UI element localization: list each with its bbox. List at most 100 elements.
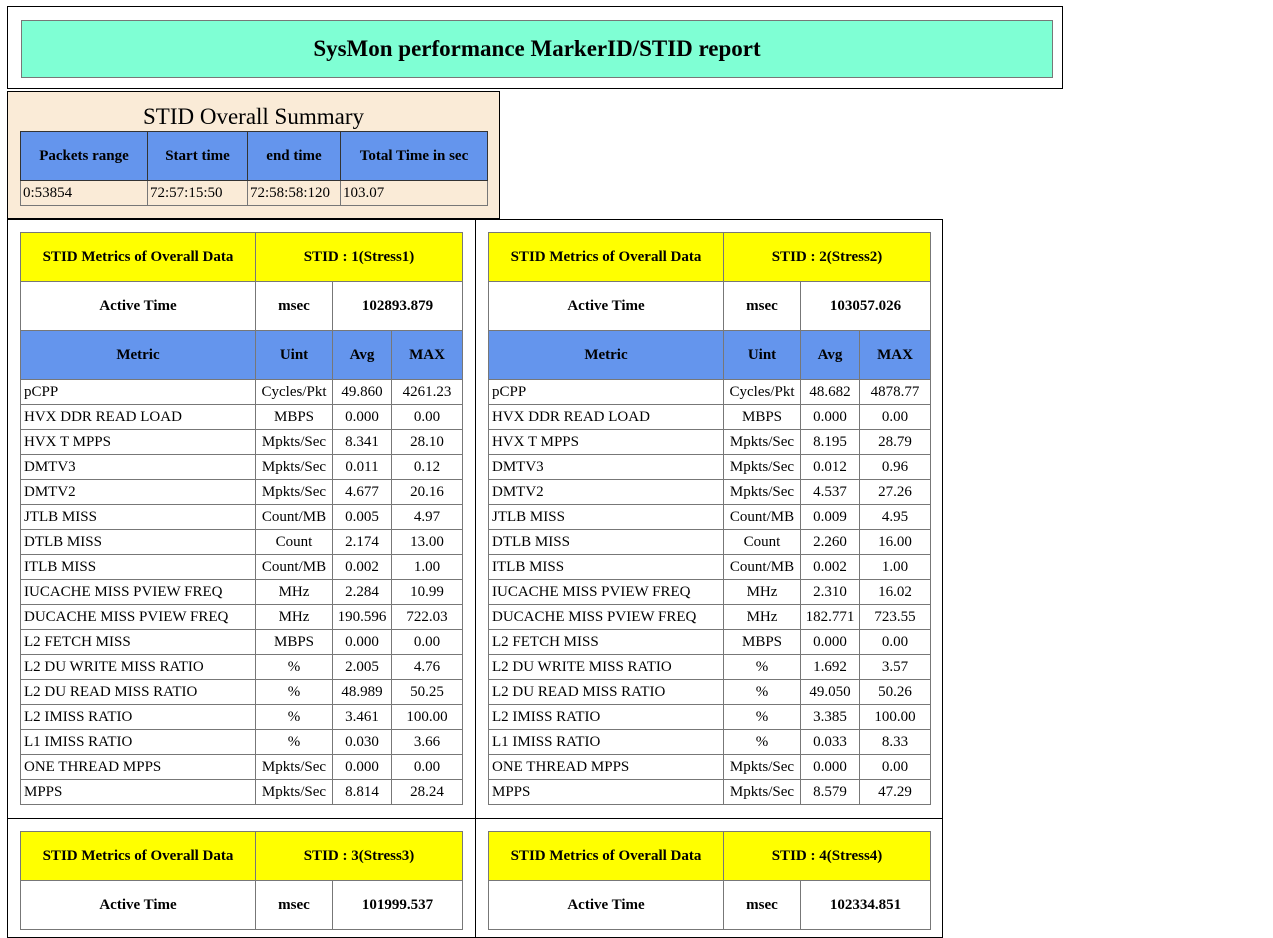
metric-max: 3.66 <box>391 729 463 755</box>
metric-avg: 3.385 <box>800 704 860 730</box>
metric-name: HVX T MPPS <box>20 429 256 455</box>
metric-unit: Cycles/Pkt <box>255 379 333 405</box>
metric-unit: MBPS <box>255 404 333 430</box>
metric-max: 0.00 <box>859 404 931 430</box>
metric-row: ITLB MISS Count/MB 0.002 1.00 <box>488 554 931 580</box>
metric-avg: 0.011 <box>332 454 392 480</box>
metric-unit: MBPS <box>723 404 801 430</box>
metric-row: JTLB MISS Count/MB 0.005 4.97 <box>20 504 463 530</box>
metric-unit: Mpkts/Sec <box>723 429 801 455</box>
metric-unit: MBPS <box>255 629 333 655</box>
metric-unit: Count/MB <box>723 554 801 580</box>
metric-unit: % <box>723 729 801 755</box>
metric-name: HVX DDR READ LOAD <box>20 404 256 430</box>
active-time-row: Active Time msec 101999.537 <box>20 880 463 930</box>
active-time-value: 103057.026 <box>800 281 931 331</box>
metric-name: DTLB MISS <box>488 529 724 555</box>
metric-unit: MBPS <box>723 629 801 655</box>
metric-max: 4.76 <box>391 654 463 680</box>
metric-name: MPPS <box>20 779 256 805</box>
stid-metrics-table: STID Metrics of Overall Data STID : 2(Str… <box>488 232 931 805</box>
metric-name: L2 IMISS RATIO <box>488 704 724 730</box>
metric-max: 1.00 <box>859 554 931 580</box>
stid-metrics-label: STID Metrics of Overall Data <box>20 232 256 282</box>
metric-max: 20.16 <box>391 479 463 505</box>
metric-max: 100.00 <box>859 704 931 730</box>
metric-unit: Count/MB <box>255 554 333 580</box>
metric-name: L1 IMISS RATIO <box>20 729 256 755</box>
metric-name: DMTV3 <box>488 454 724 480</box>
metric-row: L1 IMISS RATIO% 0.033 8.33 <box>488 729 931 755</box>
metric-avg: 0.009 <box>800 504 860 530</box>
metric-max: 723.55 <box>859 604 931 630</box>
metric-avg: 4.537 <box>800 479 860 505</box>
metric-name: MPPS <box>488 779 724 805</box>
metric-row: MPPS Mpkts/Sec 8.579 47.29 <box>488 779 931 805</box>
metric-unit: MHz <box>723 579 801 605</box>
metric-row: MPPS Mpkts/Sec 8.814 28.24 <box>20 779 463 805</box>
metric-unit: % <box>723 679 801 705</box>
metric-max: 50.26 <box>859 679 931 705</box>
metric-avg: 4.677 <box>332 479 392 505</box>
summary-header-cell: Start time <box>147 131 248 181</box>
active-time-label: Active Time <box>20 281 256 331</box>
metric-row: JTLB MISS Count/MB 0.009 4.95 <box>488 504 931 530</box>
column-header-row: Metric Uint Avg MAX <box>20 330 463 380</box>
metric-name: pCPP <box>488 379 724 405</box>
column-header-unit: Uint <box>255 330 333 380</box>
report-header-frame: SysMon performance MarkerID/STID report <box>7 6 1063 89</box>
metric-row: DMTV2 Mpkts/Sec 4.677 20.16 <box>20 479 463 505</box>
metric-unit: Cycles/Pkt <box>723 379 801 405</box>
metric-avg: 49.050 <box>800 679 860 705</box>
metric-unit: % <box>723 654 801 680</box>
metric-max: 27.26 <box>859 479 931 505</box>
metric-row: DMTV3 Mpkts/Sec 0.011 0.12 <box>20 454 463 480</box>
stid-header-row: STID Metrics of Overall Data STID : 4(Str… <box>488 831 931 881</box>
metric-row: DTLB MISS Count 2.174 13.00 <box>20 529 463 555</box>
metric-name: L2 FETCH MISS <box>488 629 724 655</box>
metric-row: DUCACHE MISS PVIEW FREQ MHz 182.771 723.55 <box>488 604 931 630</box>
summary-table: Packets range Start time end time Total … <box>20 131 488 206</box>
metric-row: DMTV2 Mpkts/Sec 4.537 27.26 <box>488 479 931 505</box>
metric-unit: Count/MB <box>255 504 333 530</box>
metric-unit: Mpkts/Sec <box>255 454 333 480</box>
metric-unit: Count <box>255 529 333 555</box>
metric-name: L2 DU READ MISS RATIO <box>488 679 724 705</box>
stid-metrics-label: STID Metrics of Overall Data <box>20 831 256 881</box>
metric-name: ONE THREAD MPPS <box>20 754 256 780</box>
column-header-avg: Avg <box>800 330 860 380</box>
metric-avg: 2.174 <box>332 529 392 555</box>
metric-unit: Mpkts/Sec <box>723 754 801 780</box>
metric-unit: Mpkts/Sec <box>723 479 801 505</box>
metric-avg: 0.005 <box>332 504 392 530</box>
metric-avg: 1.692 <box>800 654 860 680</box>
stid-header-row: STID Metrics of Overall Data STID : 2(Str… <box>488 232 931 282</box>
metric-row: L1 IMISS RATIO% 0.030 3.66 <box>20 729 463 755</box>
active-time-label: Active Time <box>20 880 256 930</box>
column-header-metric: Metric <box>20 330 256 380</box>
metric-name: ITLB MISS <box>488 554 724 580</box>
metric-unit: % <box>255 704 333 730</box>
active-time-value: 102893.879 <box>332 281 463 331</box>
active-time-unit: msec <box>255 880 333 930</box>
metric-name: L2 DU WRITE MISS RATIO <box>20 654 256 680</box>
summary-end-time: 72:58:58:120 <box>247 180 341 206</box>
metric-row: ITLB MISS Count/MB 0.002 1.00 <box>20 554 463 580</box>
metric-max: 0.00 <box>391 629 463 655</box>
metric-name: DMTV3 <box>20 454 256 480</box>
metric-row: L2 DU WRITE MISS RATIO% 1.692 3.57 <box>488 654 931 680</box>
metric-max: 28.79 <box>859 429 931 455</box>
metric-row: IUCACHE MISS PVIEW FREQ MHz 2.284 10.99 <box>20 579 463 605</box>
metric-max: 4878.77 <box>859 379 931 405</box>
metric-max: 0.00 <box>859 629 931 655</box>
stid-header-row: STID Metrics of Overall Data STID : 3(Str… <box>20 831 463 881</box>
metric-unit: MHz <box>723 604 801 630</box>
stid-metrics-table: STID Metrics of Overall Data STID : 3(Str… <box>20 831 463 930</box>
metric-unit: Mpkts/Sec <box>255 429 333 455</box>
metric-max: 4.97 <box>391 504 463 530</box>
metric-avg: 8.814 <box>332 779 392 805</box>
metric-row: L2 IMISS RATIO% 3.385 100.00 <box>488 704 931 730</box>
active-time-unit: msec <box>723 281 801 331</box>
metric-name: JTLB MISS <box>488 504 724 530</box>
metric-max: 1.00 <box>391 554 463 580</box>
